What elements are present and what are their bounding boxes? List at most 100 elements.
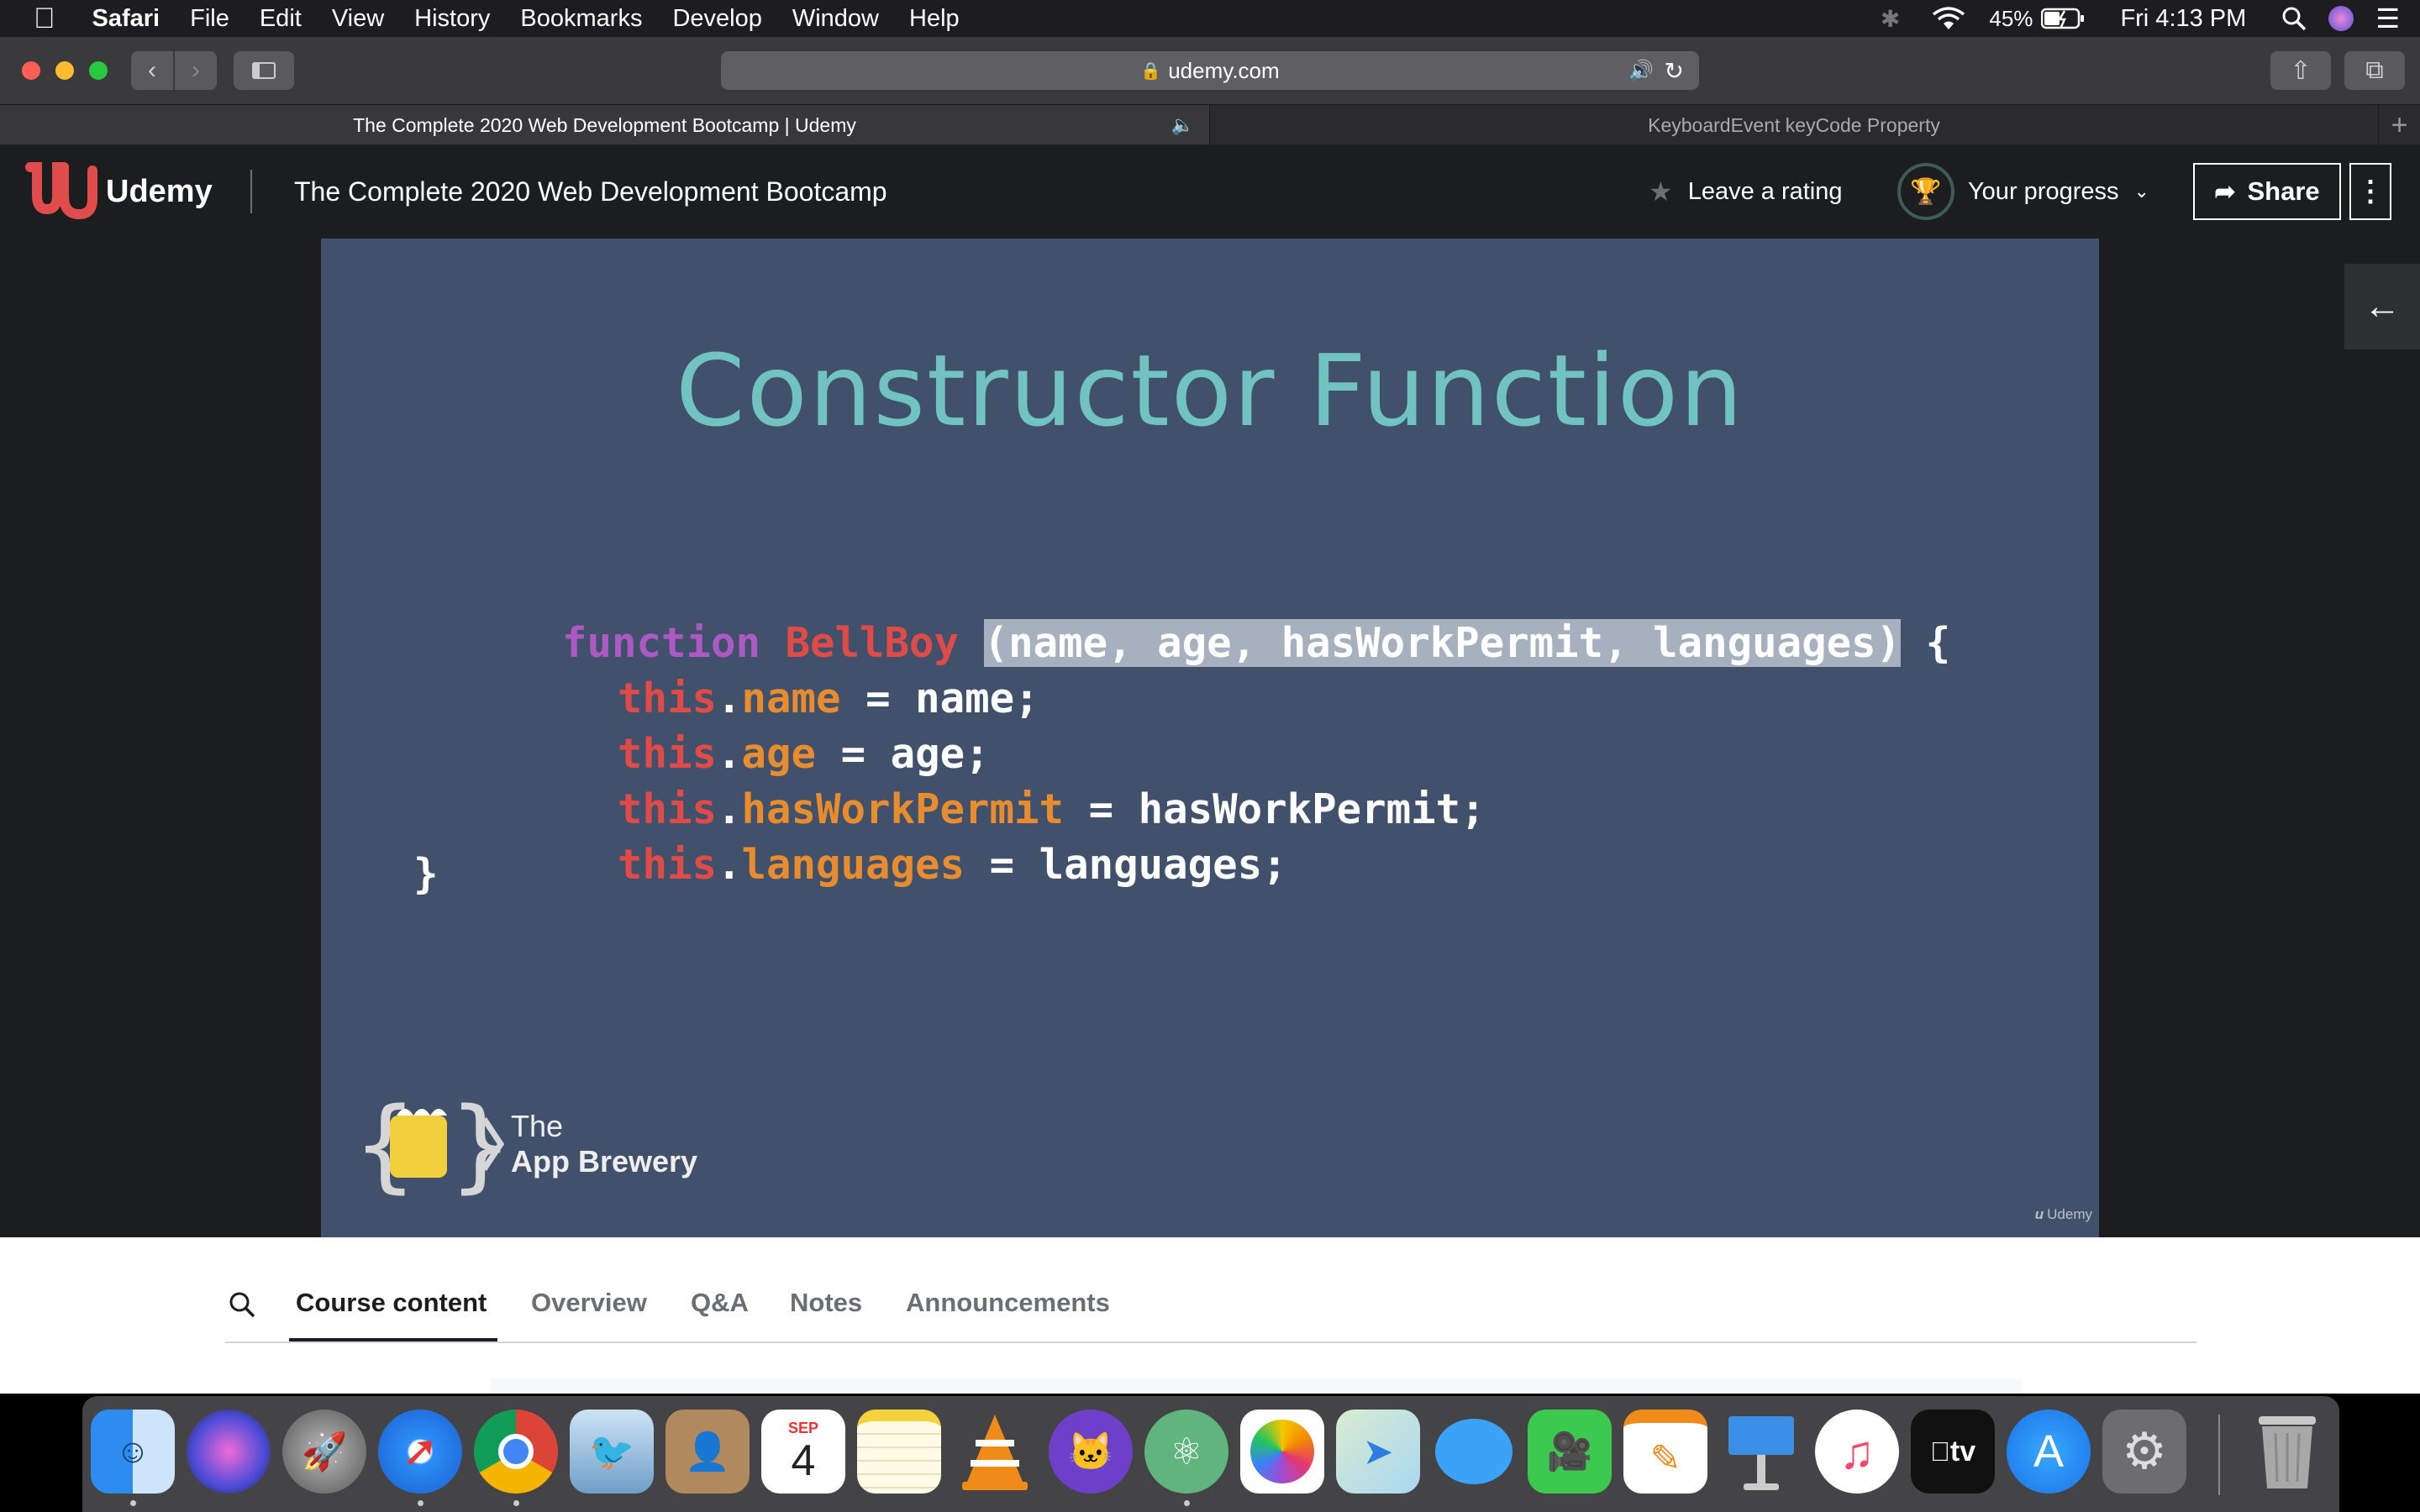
sidebar-toggle-button[interactable] [234,51,294,90]
running-indicator [418,1500,424,1506]
trash-icon[interactable] [2245,1410,2329,1494]
messages-icon[interactable] [1432,1410,1516,1494]
tab-course-content[interactable]: Course content [296,1288,487,1318]
keynote-icon[interactable] [1719,1410,1803,1494]
menu-app-name[interactable]: Safari [92,5,160,33]
wifi-icon[interactable] [1932,6,1965,31]
mail-icon[interactable]: 🐦 [570,1410,654,1494]
atom-icon[interactable]: ⚛ [1144,1410,1228,1494]
app-store-icon[interactable]: A [2007,1410,2091,1494]
vlc-icon[interactable] [953,1410,1037,1494]
tab-title: The Complete 2020 Web Development Bootca… [353,113,856,136]
more-options-button[interactable]: ⋮ [2349,163,2391,220]
calendar-month: SEP [787,1419,819,1436]
contacts-icon[interactable]: 👤 [666,1410,750,1494]
code-open-brace: { [1925,619,1951,667]
menu-help[interactable]: Help [909,5,960,33]
header-divider [250,170,252,213]
tab-audio-icon[interactable]: 🔈 [1171,114,1194,136]
battery-icon[interactable] [2041,8,2085,29]
leave-rating-label: Leave a rating [1687,177,1843,205]
share-toolbar-button[interactable]: ⇧ [2270,51,2331,90]
notes-icon[interactable] [857,1410,941,1494]
chrome-icon[interactable] [474,1410,558,1494]
calendar-day: 4 [791,1436,816,1485]
lecture-slide: Constructor Function function BellBoy (n… [321,239,2099,1237]
menu-view[interactable]: View [332,5,384,33]
apple-menu-icon[interactable]:  [34,3,55,35]
window-minimize-button[interactable] [55,61,74,80]
menu-edit[interactable]: Edit [260,5,302,33]
window-zoom-button[interactable] [89,61,108,80]
apple-tv-label: tv [1939,1435,1975,1467]
tab-udemy[interactable]: The Complete 2020 Web Development Bootca… [0,105,1210,145]
sidebar-icon [252,62,276,79]
launchpad-icon[interactable]: 🚀 [282,1410,366,1494]
course-sidebar-toggle[interactable]: ← [2344,264,2420,349]
siri-app-icon[interactable] [187,1410,271,1494]
lock-icon: 🔒 [1140,61,1162,81]
notification-center-icon[interactable]: ☰ [2375,3,2400,34]
new-tab-button[interactable]: + [2378,105,2420,145]
code-rhs: = languages; [965,841,1287,889]
udemy-logo[interactable]: Udemy [25,144,213,239]
spotlight-icon[interactable] [2281,6,2307,31]
audio-playing-icon[interactable]: 🔊 [1628,59,1654,83]
code-close-brace: } [413,850,439,898]
apple-tv-icon[interactable]: tv [1911,1410,1995,1494]
brand-line-1: The [511,1109,564,1143]
forward-button[interactable]: › [175,51,217,90]
code-line-5: this.languages = languages; [618,841,1287,889]
macos-menubar:  Safari File Edit View History Bookmark… [0,0,2420,37]
tab-announcements[interactable]: Announcements [906,1288,1110,1318]
tab-overview-button[interactable]: ⧉ [2344,51,2405,90]
share-button[interactable]: ➦ Share [2193,163,2341,220]
status-area: ✱ 45% Fri 4:13 PM ☰ [1881,0,2420,37]
udemy-watermark-icon: u [2034,1206,2044,1222]
address-bar[interactable]: 🔒 udemy.com 🔊 ↻ [721,51,1699,90]
photos-icon[interactable] [1240,1410,1324,1494]
back-button[interactable]: ‹ [131,51,173,90]
menubar-clock[interactable]: Fri 4:13 PM [2120,5,2246,33]
reload-icon[interactable]: ↻ [1665,57,1684,85]
music-icon[interactable]: ♫ [1815,1410,1899,1494]
menu-window[interactable]: Window [792,5,879,33]
code-params-selection: (name, age, hasWorkPermit, languages) [983,619,1902,667]
search-icon[interactable] [229,1291,255,1318]
menu-bookmarks[interactable]: Bookmarks [520,5,642,33]
tab-qa[interactable]: Q&A [691,1288,749,1318]
video-player[interactable]: Constructor Function function BellBoy (n… [0,239,2420,1237]
menu-file[interactable]: File [190,5,229,33]
maps-icon[interactable]: ➤ [1336,1410,1420,1494]
facetime-icon[interactable]: 🎥 [1528,1410,1612,1494]
bluetooth-icon[interactable]: ✱ [1881,5,1900,33]
share-label: Share [2247,176,2320,206]
calendar-icon[interactable]: SEP 4 [761,1410,845,1494]
arrow-left-icon: ← [2364,286,2401,327]
running-indicator [513,1500,519,1506]
course-tabs-section: Course content Overview Q&A Notes Announ… [0,1237,2420,1394]
menu-history[interactable]: History [414,5,490,33]
safari-tab-bar: The Complete 2020 Web Development Bootca… [0,104,2420,145]
code-prop: languages [741,841,965,889]
github-desktop-icon[interactable]: 🐱 [1049,1410,1133,1494]
window-close-button[interactable] [22,61,40,80]
tab-keyboardevent[interactable]: KeyboardEvent keyCode Property [1210,105,2378,145]
tab-overview[interactable]: Overview [531,1288,647,1318]
running-indicator [1184,1500,1190,1506]
system-preferences-icon[interactable]: ⚙ [2102,1410,2186,1494]
leave-rating-button[interactable]: ★ Leave a rating [1649,144,1843,239]
finder-icon[interactable]: ☺ [91,1410,175,1494]
progress-dropdown[interactable]: 🏆 Your progress ⌄ [1897,144,2149,239]
safari-app-icon[interactable]: ➚ [378,1410,462,1494]
tabs-divider [225,1341,2196,1343]
pages-icon[interactable]: ✎ [1623,1410,1707,1494]
menu-develop[interactable]: Develop [672,5,761,33]
tab-notes[interactable]: Notes [790,1288,862,1318]
course-title[interactable]: The Complete 2020 Web Development Bootca… [294,144,887,239]
siri-icon[interactable] [2328,6,2354,31]
keynote-podium-icon [1728,1416,1794,1490]
dock-divider [2218,1415,2220,1495]
slide-title: Constructor Function [676,333,1744,449]
url-text: udemy.com [1168,57,1280,83]
